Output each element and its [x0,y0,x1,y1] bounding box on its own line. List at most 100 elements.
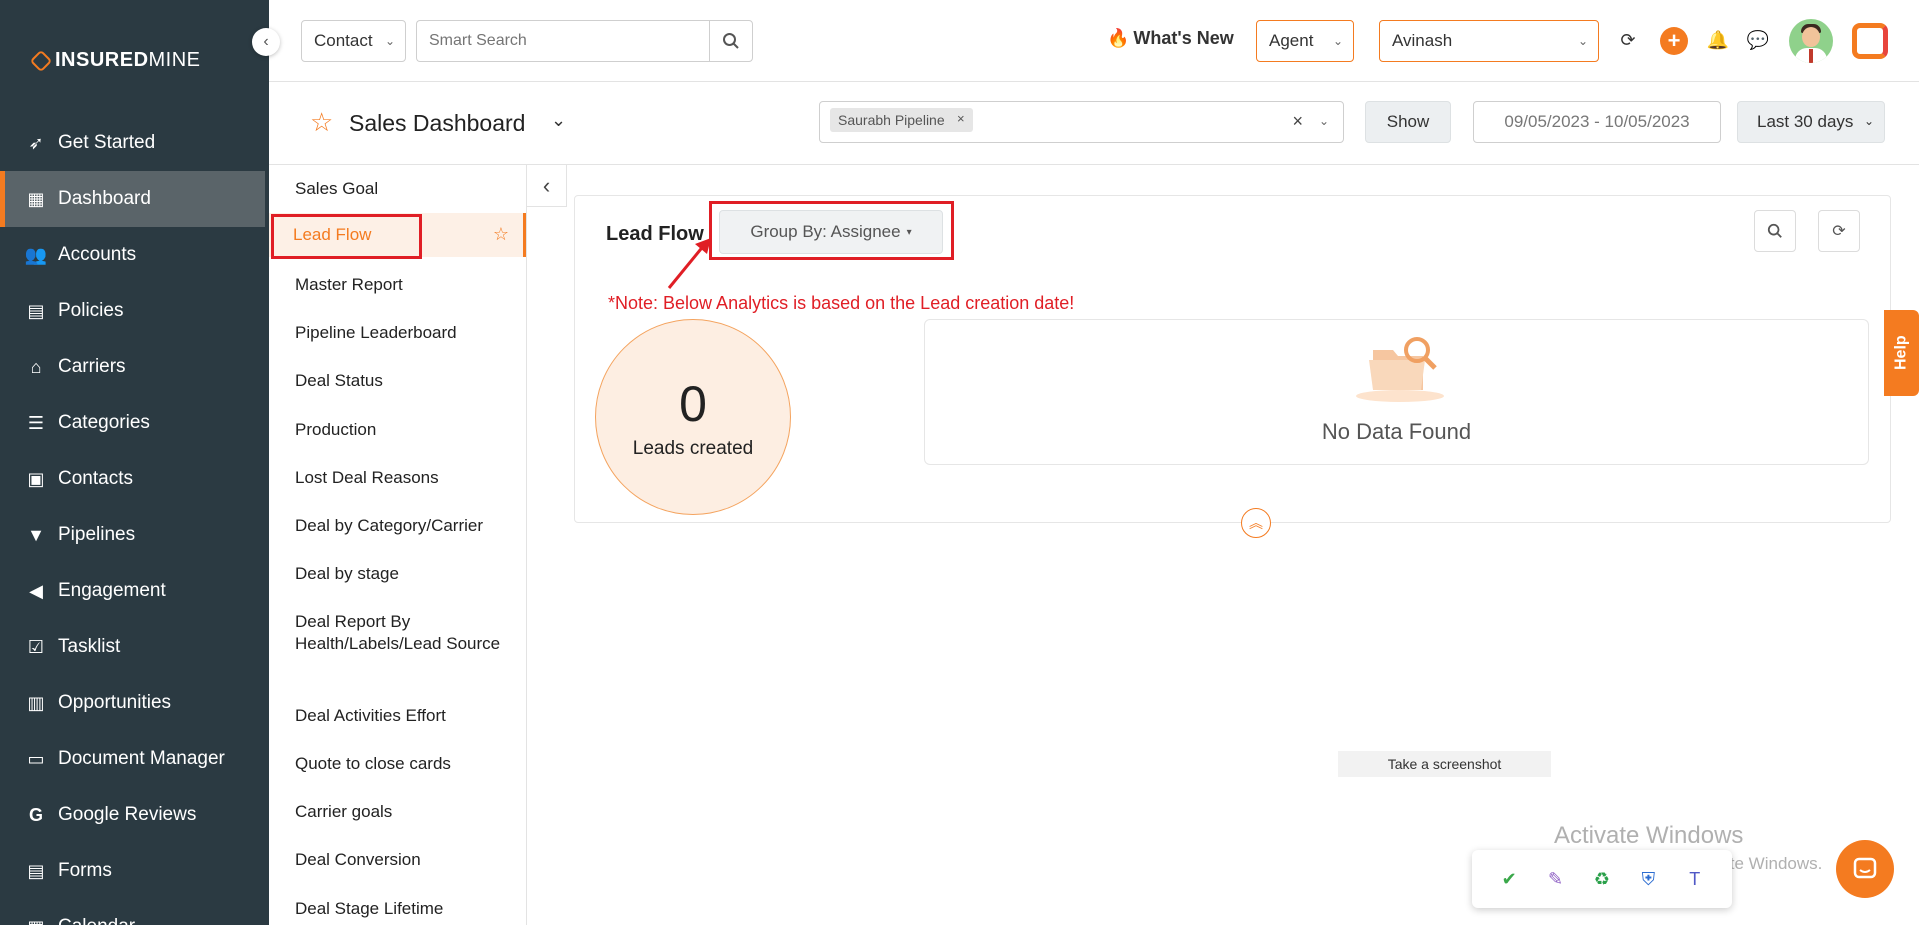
rocket-icon: ➶ [28,132,44,153]
help-tab[interactable]: Help [1884,310,1919,396]
sidebar-item-pipelines[interactable]: ▼ Pipelines [0,507,269,563]
role-select[interactable]: Agent ⌄ [1256,20,1354,62]
avatar[interactable] [1789,19,1833,63]
empty-folder-icon [1356,337,1444,402]
report-item-deal-by-stage[interactable]: Deal by stage [295,563,515,585]
sidebar-item-tasklist[interactable]: ☑ Tasklist [0,619,269,675]
activate-title: Activate Windows [1554,822,1744,849]
report-item-pipeline-leaderboard[interactable]: Pipeline Leaderboard [295,322,515,344]
sidebar-item-label: Pipelines [58,524,136,545]
sidebar-item-policies[interactable]: ▤ Policies [0,283,269,339]
contact-type-select[interactable]: Contact ⌄ [301,20,406,62]
report-item-deal-report-health[interactable]: Deal Report By Health/Labels/Lead Source [295,611,515,655]
sidebar-item-engagement[interactable]: ◀ Engagement [0,563,269,619]
sidebar-item-label: Dashboard [58,188,151,209]
sidebar: INSUREDMINE ➶ Get Started ▦ Dashboard 👥 … [0,0,269,925]
sidebar-item-get-started[interactable]: ➶ Get Started [0,115,269,171]
user-select[interactable]: Avinash ⌄ [1379,20,1599,62]
leads-created-label: Leads created [632,438,754,459]
security-check-icon[interactable]: ✔ [1497,867,1521,891]
leads-created-count: 0 [679,376,707,432]
form-icon: ▤ [27,860,45,881]
contact-card-icon: ▣ [27,468,45,489]
logo-mark-icon [29,49,53,72]
no-data-panel: No Data Found [924,319,1869,465]
report-item-deal-stage-lifetime[interactable]: Deal Stage Lifetime [295,898,515,920]
report-item-sales-goal[interactable]: Sales Goal [295,178,515,200]
report-item-lost-deal-reasons[interactable]: Lost Deal Reasons [295,467,515,489]
sidebar-item-carriers[interactable]: ⌂ Carriers [0,339,269,395]
teams-icon[interactable]: T [1683,867,1707,891]
report-item-production[interactable]: Production [295,419,515,441]
clear-icon[interactable]: × [1292,111,1303,132]
whats-new-link[interactable]: 🔥 What's New [1107,28,1234,49]
policies-icon: ▤ [27,300,45,321]
sidebar-item-document-manager[interactable]: ▭ Document Manager [0,731,269,787]
report-item-master-report[interactable]: Master Report [295,274,515,296]
top-bar: Contact ⌄ 🔥 What's New Agent ⌄ Avinash ⌄… [269,0,1919,82]
help-label: Help [1892,335,1910,371]
expand-chevrons-up-icon[interactable]: ︽ [1241,508,1271,538]
card-search-button[interactable] [1754,210,1796,252]
dashboard-header: ☆ Sales Dashboard ⌄ Saurabh Pipeline × ×… [269,82,1919,165]
megaphone-icon: ◀ [29,580,43,601]
annotation-arrow-icon [667,238,711,289]
chevron-down-icon[interactable]: ⌄ [551,110,566,131]
calendar-icon: ▦ [26,917,46,925]
analytics-note: *Note: Below Analytics is based on the L… [608,293,1075,313]
sidebar-item-contacts[interactable]: ▣ Contacts [0,451,269,507]
screenshot-tooltip: Take a screenshot [1338,751,1551,777]
sidebar-item-label: Google Reviews [58,804,197,825]
star-icon[interactable]: ☆ [493,223,509,245]
sidebar-item-dashboard[interactable]: ▦ Dashboard [0,171,265,227]
feather-icon[interactable]: ✎ [1544,867,1568,891]
card-refresh-button[interactable]: ⟳ [1818,210,1860,252]
chevron-down-icon[interactable]: ⌄ [1319,114,1329,128]
sidebar-collapse-button[interactable]: ‹ [252,28,280,56]
chat-icon[interactable]: 💬 [1746,28,1770,52]
chat-widget-button[interactable] [1836,840,1894,898]
chevron-down-icon: ⌄ [1863,114,1874,128]
bell-icon[interactable]: 🔔 [1706,28,1730,52]
system-tray-popup: ✔ ✎ ♻ ⛨ T [1472,850,1732,908]
folder-icon: ▭ [27,748,45,769]
refresh-icon: ⟳ [1832,223,1846,240]
date-range-field[interactable]: 09/05/2023 - 10/05/2023 [1473,101,1721,143]
sidebar-item-google-reviews[interactable]: G Google Reviews [0,787,269,843]
report-item-deal-by-category[interactable]: Deal by Category/Carrier [295,515,515,537]
search-button[interactable] [709,20,753,62]
whats-new-label: What's New [1133,28,1234,48]
sidebar-item-opportunities[interactable]: ▥ Opportunities [0,675,269,731]
sidebar-item-categories[interactable]: ☰ Categories [0,395,269,451]
recycle-icon[interactable]: ♻ [1590,867,1614,891]
panel-collapse-button[interactable]: ‹ [527,165,567,207]
chip-remove-icon[interactable]: × [957,111,965,126]
report-item-quote-to-close[interactable]: Quote to close cards [295,753,515,775]
sidebar-item-forms[interactable]: ▤ Forms [0,843,269,899]
sidebar-item-label: Contacts [58,468,133,489]
shield-warning-icon[interactable]: ⛨ [1636,867,1660,891]
pipeline-select[interactable]: Saurabh Pipeline × × ⌄ [819,101,1344,143]
report-item-deal-conversion[interactable]: Deal Conversion [295,849,515,871]
role-value: Agent [1269,31,1314,50]
report-item-deal-activities-effort[interactable]: Deal Activities Effort [295,705,515,727]
smart-search-input[interactable] [416,20,709,62]
sidebar-item-accounts[interactable]: 👥 Accounts [0,227,269,283]
list-icon: ☰ [27,412,45,433]
show-button[interactable]: Show [1365,101,1451,143]
range-select[interactable]: Last 30 days ⌄ [1737,101,1885,143]
app-logo-icon[interactable] [1852,23,1888,59]
favorite-star-icon[interactable]: ☆ [310,107,333,138]
report-item-carrier-goals[interactable]: Carrier goals [295,801,515,823]
add-button[interactable]: + [1660,27,1688,55]
google-icon: G [28,804,43,825]
sidebar-item-label: Carriers [58,356,126,377]
pipeline-chip: Saurabh Pipeline × [830,108,973,132]
sidebar-item-calendar[interactable]: ▦ Calendar [0,899,269,925]
refresh-icon[interactable]: ⟳ [1616,28,1640,52]
report-item-deal-status[interactable]: Deal Status [295,370,515,392]
sidebar-item-label: Tasklist [58,636,121,657]
sidebar-item-label: Opportunities [58,692,172,713]
pipeline-chip-label: Saurabh Pipeline [838,112,945,128]
brand-logo[interactable]: INSUREDMINE [29,49,201,72]
